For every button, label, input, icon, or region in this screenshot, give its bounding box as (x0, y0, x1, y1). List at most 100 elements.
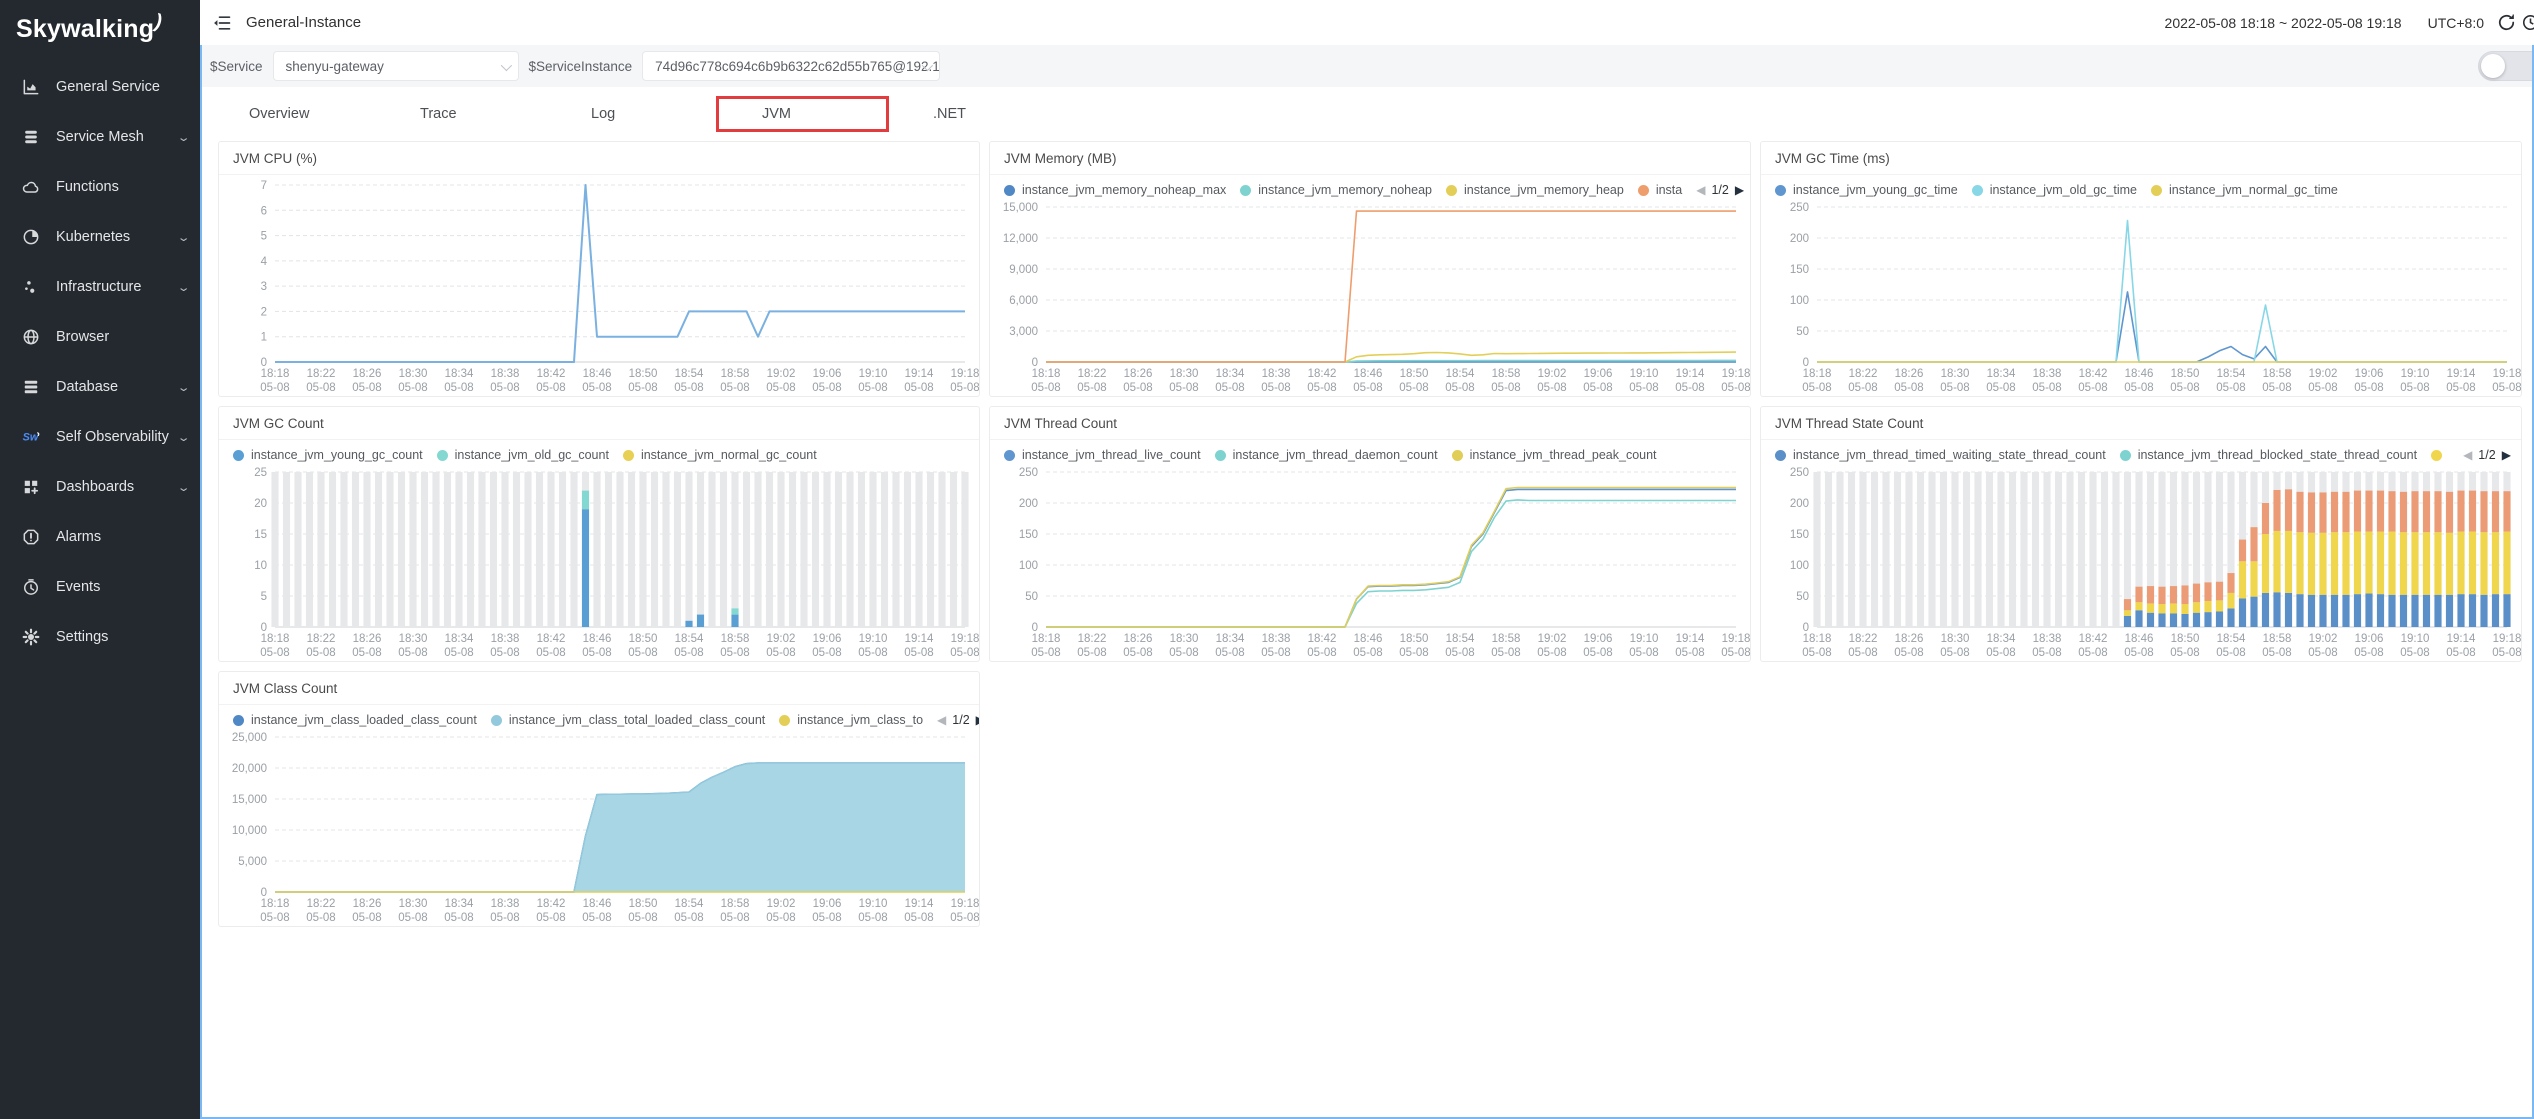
svg-text:18:26: 18:26 (1895, 368, 1924, 380)
chart-title: JVM Thread State Count (1761, 407, 2521, 440)
svg-text:05-08: 05-08 (1123, 647, 1152, 659)
svg-text:05-08: 05-08 (2308, 647, 2337, 659)
svg-text:12,000: 12,000 (1003, 233, 1038, 245)
svg-text:19:06: 19:06 (2355, 633, 2384, 645)
chevron-down-icon: ⌄ (176, 431, 190, 444)
legend-dot-icon (1240, 185, 1251, 196)
sidebar-item-self-observability[interactable]: Sw Self Observability ⌄ (0, 412, 200, 462)
svg-text:05-08: 05-08 (674, 382, 703, 394)
legend-item[interactable]: instance_jvm_old_gc_count (437, 448, 609, 462)
sidebar-item-alarms[interactable]: Alarms (0, 512, 200, 562)
svg-text:05-08: 05-08 (950, 912, 979, 924)
legend-item[interactable]: instance_jvm_memory_noheap_max (1004, 183, 1226, 197)
svg-text:18:38: 18:38 (1262, 368, 1291, 380)
service-instance-select[interactable]: 74d96c778c694c6b9b6322c62d55b765@192.168 (642, 51, 940, 81)
svg-text:05-08: 05-08 (1353, 647, 1382, 659)
sidebar-item-infrastructure[interactable]: Infrastructure ⌄ (0, 262, 200, 312)
svg-text:18:38: 18:38 (491, 898, 520, 910)
sidebar-item-service-mesh[interactable]: Service Mesh ⌄ (0, 112, 200, 162)
svg-text:05-08: 05-08 (950, 382, 979, 394)
svg-text:05-08: 05-08 (1721, 647, 1750, 659)
sidebar-item-database[interactable]: Database ⌄ (0, 362, 200, 412)
svg-text:18:58: 18:58 (2263, 368, 2292, 380)
legend-item[interactable]: instance_jvm_thread_timed_waiting_state_… (1775, 448, 2106, 462)
svg-text:05-08: 05-08 (1399, 647, 1428, 659)
svg-text:05-08: 05-08 (1583, 647, 1612, 659)
legend-next-icon[interactable]: ▶ (2502, 448, 2511, 462)
svg-text:05-08: 05-08 (398, 382, 427, 394)
refresh-icon[interactable] (2494, 11, 2518, 35)
svg-text:05-08: 05-08 (2032, 382, 2061, 394)
time-range-picker[interactable]: 2022-05-08 18:18 ~ 2022-05-08 19:18 (2165, 15, 2402, 31)
sidebar-item-events[interactable]: Events (0, 562, 200, 612)
legend-prev-icon[interactable]: ◀ (937, 713, 946, 727)
sidebar-item-settings[interactable]: Settings (0, 612, 200, 662)
svg-text:19:18: 19:18 (2493, 368, 2522, 380)
legend-item[interactable]: instance_jvm_normal_gc_count (623, 448, 817, 462)
chart-plot: 05,00010,00015,00020,00025,00018:1805-08… (219, 727, 979, 926)
legend-item[interactable]: instance_jvm_memory_noheap (1240, 183, 1432, 197)
legend-item[interactable]: instance_jvm_normal_gc_time (2151, 183, 2338, 197)
legend-item[interactable]: insta (1638, 183, 1682, 197)
timezone-label[interactable]: UTC+8:0 (2428, 15, 2484, 31)
chart-card-jvm-memory: JVM Memory (MB) instance_jvm_memory_nohe… (989, 141, 1751, 397)
legend-item[interactable]: instance_jvm_thread_daemon_count (1215, 448, 1438, 462)
tab-log[interactable]: Log (546, 97, 717, 131)
svg-text:18:38: 18:38 (491, 368, 520, 380)
legend-next-icon[interactable]: ▶ (976, 713, 979, 727)
svg-text:05-08: 05-08 (352, 382, 381, 394)
svg-text:18:42: 18:42 (537, 368, 566, 380)
svg-text:05-08: 05-08 (490, 912, 519, 924)
svg-text:3,000: 3,000 (1009, 326, 1038, 338)
legend-item[interactable]: instance_jvm_class_loaded_class_count (233, 713, 477, 727)
sidebar-item-general-service[interactable]: General Service (0, 62, 200, 112)
svg-text:20,000: 20,000 (232, 763, 267, 775)
legend-item[interactable] (2431, 450, 2449, 461)
legend-prev-icon[interactable]: ◀ (1696, 183, 1705, 197)
legend-item[interactable]: instance_jvm_young_gc_time (1775, 183, 1958, 197)
svg-text:05-08: 05-08 (2078, 382, 2107, 394)
svg-text:19:02: 19:02 (1538, 633, 1567, 645)
legend-item[interactable]: instance_jvm_class_total_loaded_class_co… (491, 713, 765, 727)
legend-item[interactable]: instance_jvm_memory_heap (1446, 183, 1624, 197)
legend-item[interactable]: instance_jvm_young_gc_count (233, 448, 423, 462)
svg-text:19:10: 19:10 (859, 898, 888, 910)
svg-text:05-08: 05-08 (2354, 382, 2383, 394)
auto-refresh-toggle[interactable] (2478, 51, 2532, 81)
svg-text:50: 50 (1796, 591, 1809, 603)
legend-item[interactable]: instance_jvm_old_gc_time (1972, 183, 2137, 197)
sidebar-item-browser[interactable]: Browser (0, 312, 200, 362)
tab-trace[interactable]: Trace (375, 97, 546, 131)
sidebar-item-dashboards[interactable]: Dashboards ⌄ (0, 462, 200, 512)
sidebar-item-functions[interactable]: Functions (0, 162, 200, 212)
svg-text:18:26: 18:26 (1124, 633, 1153, 645)
svg-text:05-08: 05-08 (1215, 382, 1244, 394)
tab-overview[interactable]: Overview (204, 97, 375, 131)
svg-text:05-08: 05-08 (674, 647, 703, 659)
svg-text:18:30: 18:30 (1170, 368, 1199, 380)
legend-item[interactable]: instance_jvm_class_to (779, 713, 923, 727)
sidebar-item-kubernetes[interactable]: Kubernetes ⌄ (0, 212, 200, 262)
svg-text:05-08: 05-08 (1940, 647, 1969, 659)
tab-dotnet[interactable]: .NET (888, 97, 1059, 131)
svg-text:05-08: 05-08 (2492, 647, 2521, 659)
legend-item[interactable]: instance_jvm_thread_blocked_state_thread… (2120, 448, 2417, 462)
legend-next-icon[interactable]: ▶ (1735, 183, 1744, 197)
service-select[interactable]: shenyu-gateway (273, 51, 519, 81)
legend-dot-icon (2120, 450, 2131, 461)
svg-text:05-08: 05-08 (1629, 382, 1658, 394)
svg-text:05-08: 05-08 (858, 647, 887, 659)
tab-jvm[interactable]: JVM (717, 97, 888, 131)
svg-text:18:58: 18:58 (721, 633, 750, 645)
svg-text:200: 200 (1019, 498, 1038, 510)
skywalking-logo: Skywalking) (0, 0, 200, 58)
svg-text:18:46: 18:46 (583, 368, 612, 380)
clock-icon[interactable] (2518, 11, 2534, 35)
svg-text:18:26: 18:26 (353, 633, 382, 645)
svg-text:18:46: 18:46 (1354, 368, 1383, 380)
legend-item[interactable]: instance_jvm_thread_live_count (1004, 448, 1201, 462)
collapse-menu-icon[interactable] (208, 9, 236, 37)
legend-prev-icon[interactable]: ◀ (2463, 448, 2472, 462)
svg-text:18:54: 18:54 (675, 368, 704, 380)
legend-item[interactable]: instance_jvm_thread_peak_count (1452, 448, 1657, 462)
